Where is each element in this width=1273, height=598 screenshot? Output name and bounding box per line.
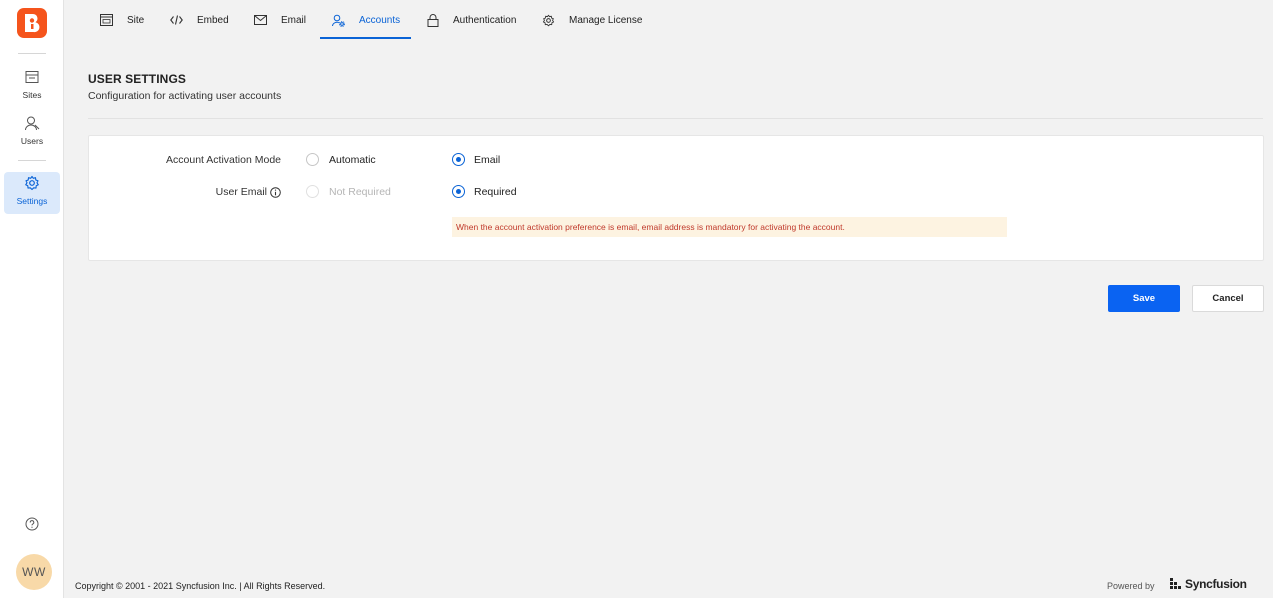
cancel-button[interactable]: Cancel <box>1192 285 1264 312</box>
radio-required-label: Required <box>474 186 517 198</box>
lock-icon <box>427 13 439 27</box>
syncfusion-brand: Syncfusion <box>1185 577 1247 591</box>
powered-by-text: Powered by <box>1107 581 1155 591</box>
accounts-icon <box>332 14 345 27</box>
syncfusion-logo: Syncfusion <box>1170 577 1247 591</box>
tab-label: Embed <box>197 14 229 26</box>
tab-embed[interactable]: Embed <box>170 0 229 40</box>
radio-email-label: Email <box>474 154 501 166</box>
tab-label: Email <box>281 14 307 26</box>
tab-label: Accounts <box>359 14 401 26</box>
app-logo[interactable] <box>17 8 47 38</box>
user-settings-card: Account Activation Mode Automatic Email … <box>88 135 1264 261</box>
active-tab-indicator <box>320 37 411 39</box>
logo-icon <box>25 14 40 33</box>
save-button[interactable]: Save <box>1108 285 1180 312</box>
gear-icon <box>25 175 39 191</box>
page-subtitle: Configuration for activating user accoun… <box>88 90 282 102</box>
tab-authentication[interactable]: Authentication <box>427 0 516 40</box>
header-divider <box>88 118 1263 119</box>
radio-email[interactable] <box>452 153 465 166</box>
sidebar-divider <box>18 160 46 161</box>
sidebar-item-label: Users <box>20 136 44 146</box>
sidebar-item-sites[interactable]: Sites <box>4 66 60 106</box>
site-icon <box>100 14 113 26</box>
radio-not-required-label: Not Required <box>329 186 391 198</box>
page-title: USER SETTINGS <box>88 72 186 86</box>
avatar[interactable]: WW <box>16 554 52 590</box>
sidebar-item-users[interactable]: Users <box>4 112 60 152</box>
sidebar-divider <box>18 53 46 54</box>
tab-manage-license[interactable]: Manage License <box>542 0 642 40</box>
tab-label: Authentication <box>453 14 517 26</box>
radio-automatic[interactable] <box>306 153 319 166</box>
tab-accounts[interactable]: Accounts <box>332 0 400 40</box>
sites-icon <box>25 71 39 83</box>
tab-label: Manage License <box>569 14 643 26</box>
sidebar: Sites Users Settings WW <box>0 0 64 598</box>
activation-mode-label: Account Activation Mode <box>166 154 281 166</box>
sidebar-item-label: Settings <box>16 196 48 206</box>
user-email-label-wrap: User Email <box>216 186 281 198</box>
sidebar-item-settings[interactable]: Settings <box>4 172 60 214</box>
radio-automatic-label: Automatic <box>329 154 376 166</box>
info-icon[interactable] <box>270 186 281 198</box>
mail-icon <box>254 15 267 25</box>
user-email-label: User Email <box>215 186 267 198</box>
tab-email[interactable]: Email <box>254 0 306 40</box>
radio-not-required[interactable] <box>306 185 319 198</box>
tab-site[interactable]: Site <box>100 0 144 40</box>
sidebar-item-label: Sites <box>22 90 42 100</box>
copyright-text: Copyright © 2001 - 2021 Syncfusion Inc. … <box>75 581 326 591</box>
help-icon[interactable] <box>25 517 39 531</box>
radio-required[interactable] <box>452 185 465 198</box>
code-icon <box>170 15 183 25</box>
gear-icon <box>542 14 555 26</box>
email-mandatory-notice: When the account activation preference i… <box>452 217 1007 237</box>
users-icon <box>25 116 40 131</box>
syncfusion-logo-icon <box>1170 577 1181 589</box>
tab-label: Site <box>127 14 145 26</box>
